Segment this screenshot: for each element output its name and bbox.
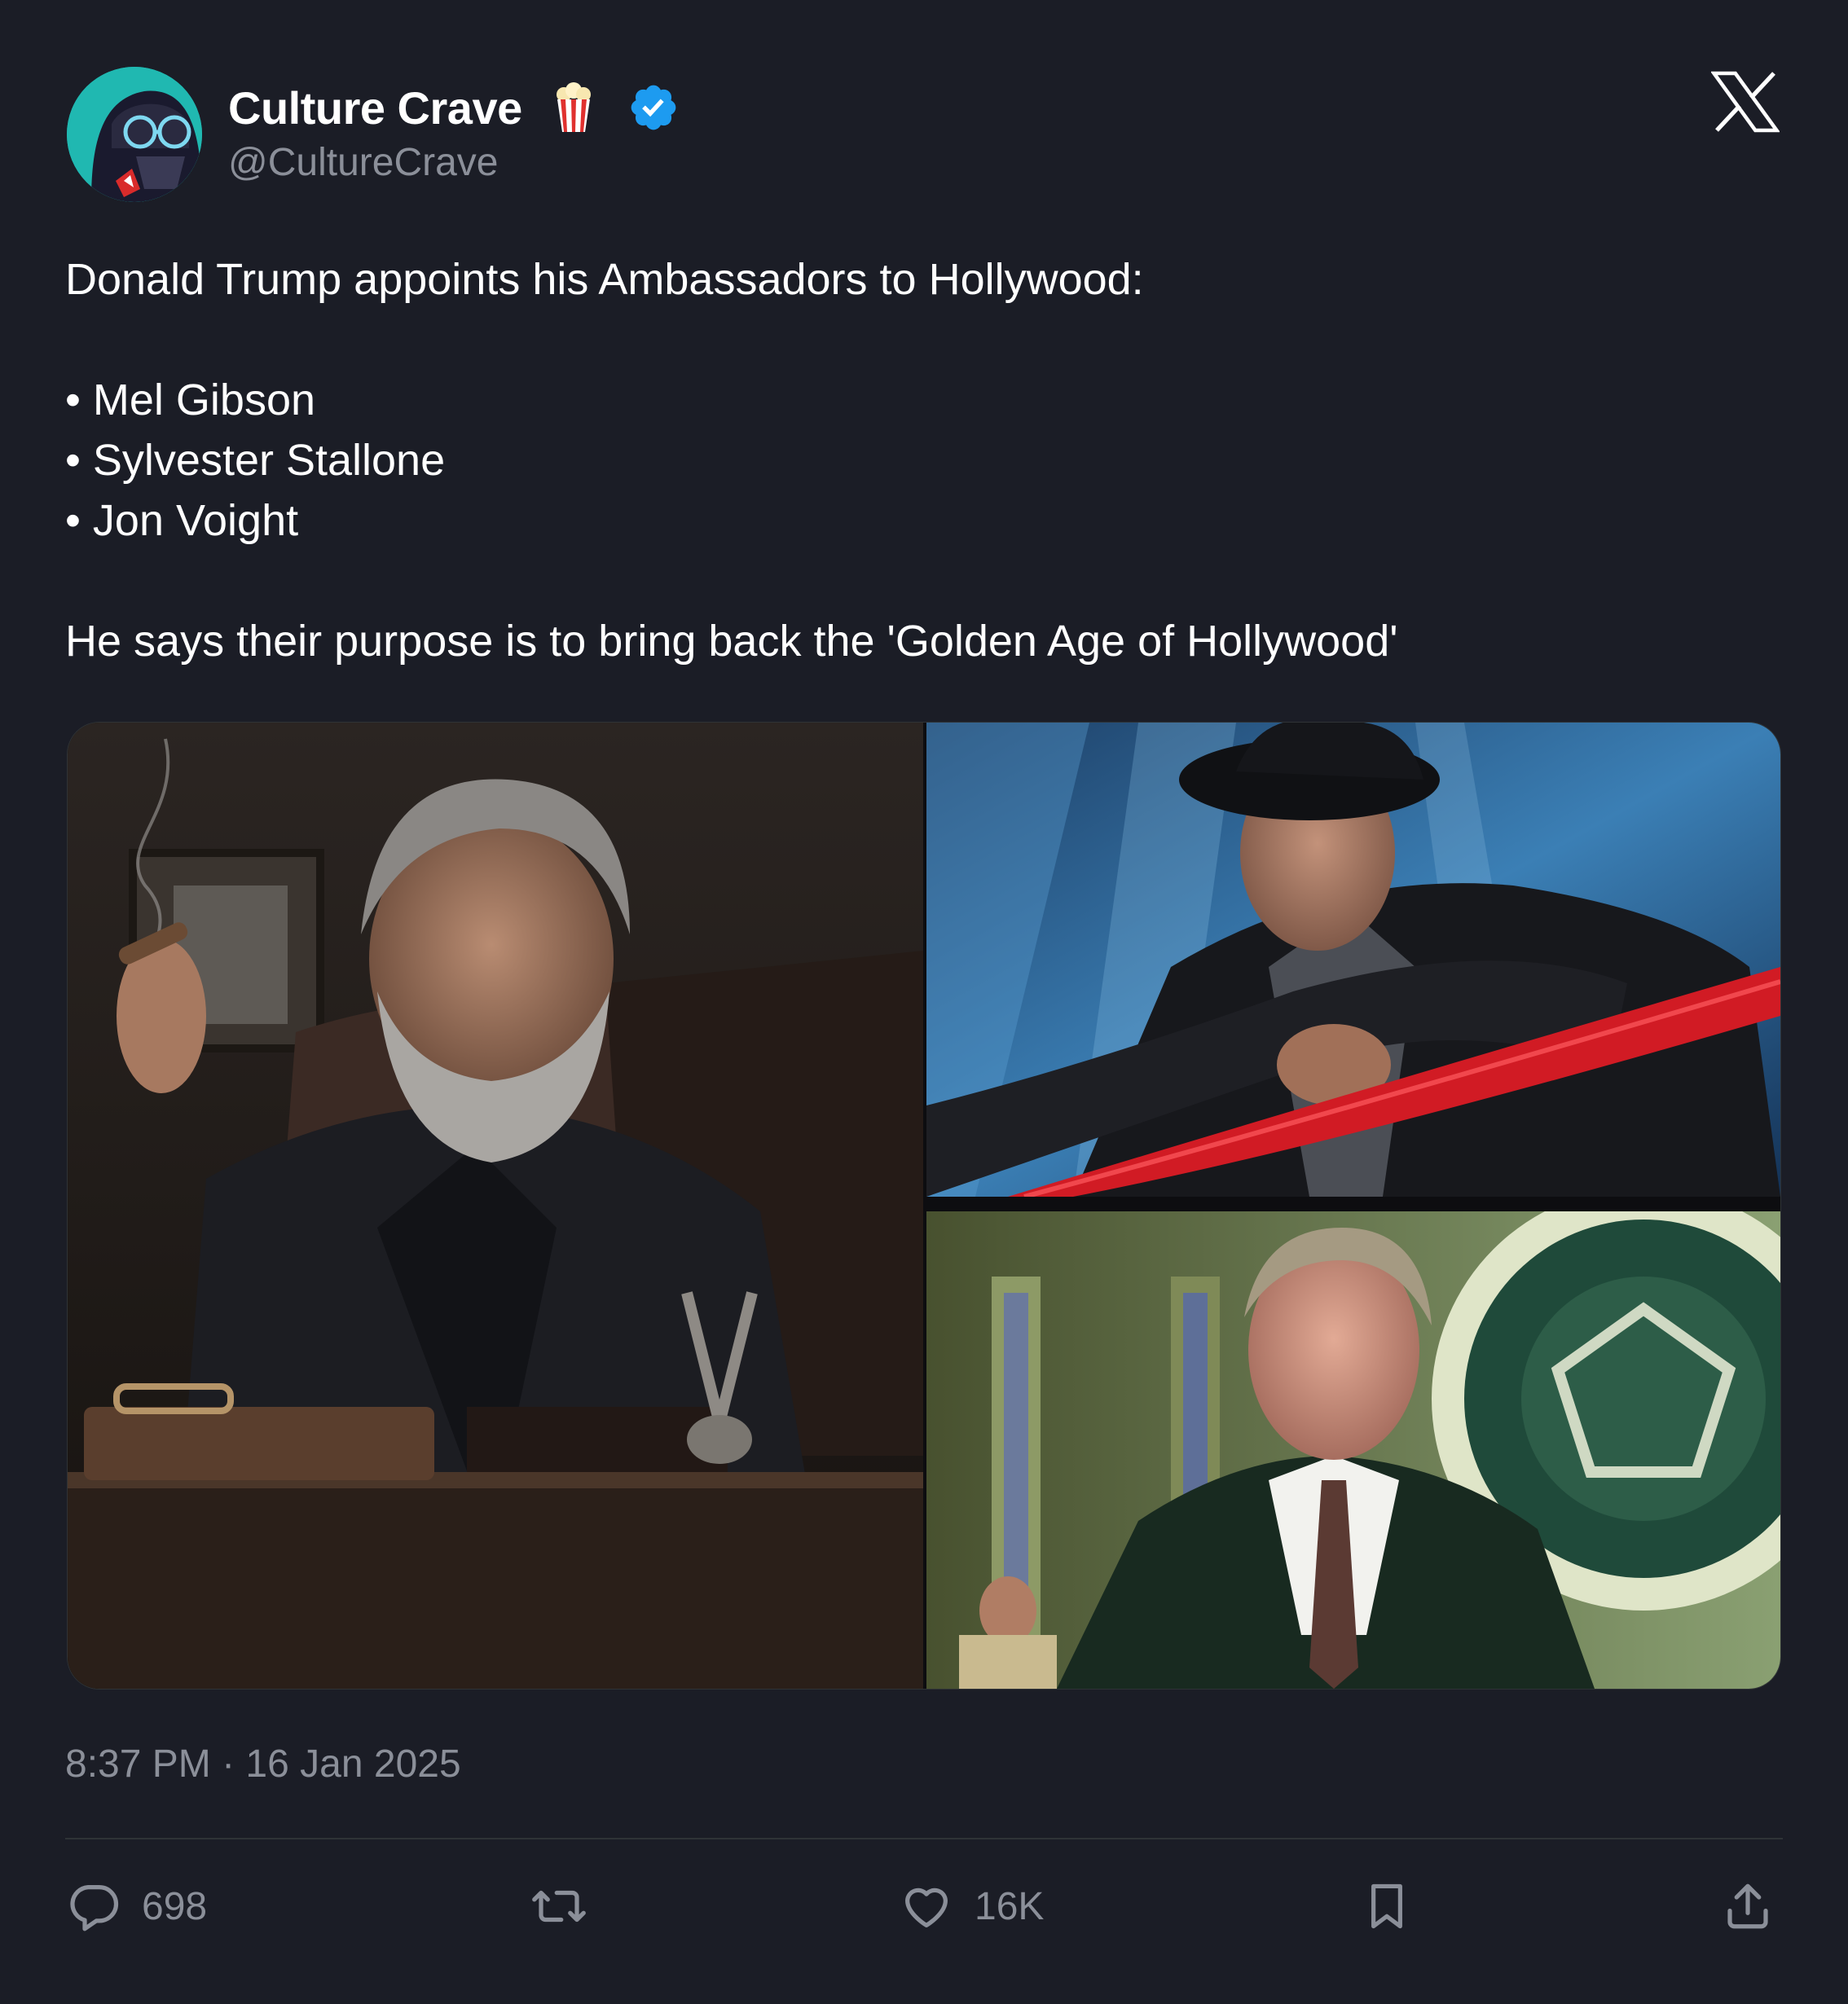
tweet-closing: He says their purpose is to bring back t… [65,617,1398,666]
photo-mel-gibson[interactable] [68,723,923,1689]
list-item: • Mel Gibson [65,376,316,424]
like-button[interactable]: 16K [900,1877,1044,1936]
reply-button[interactable]: 698 [67,1877,207,1936]
handle[interactable]: @CultureCrave [228,140,499,185]
photo-sylvester-stallone[interactable] [926,723,1780,1197]
reply-icon [70,1885,119,1931]
like-count: 16K [975,1884,1045,1928]
retweet-button[interactable] [530,1877,609,1936]
bookmark-button[interactable] [1362,1877,1411,1936]
x-logo-icon[interactable] [1710,70,1780,134]
photo-jon-voight[interactable] [926,1211,1780,1689]
tweet-intro: Donald Trump appoints his Ambassadors to… [65,255,1144,304]
display-name[interactable]: Culture Crave [228,81,522,134]
heart-icon [905,1888,948,1927]
share-icon [1727,1883,1768,1929]
retweet-icon [532,1890,586,1923]
reply-count: 698 [142,1884,208,1928]
tweet-card: Culture Crave @CultureCrave Donald Trump… [0,0,1848,2004]
avatar[interactable] [67,67,202,202]
list-item: • Jon Voight [65,496,299,545]
timestamp[interactable]: 8:37 PM · 16 Jan 2025 [65,1742,461,1786]
share-button[interactable] [1721,1877,1775,1936]
list-item: • Sylvester Stallone [65,436,446,485]
bookmark-icon [1371,1883,1402,1929]
divider [65,1838,1783,1839]
verified-badge-icon [627,81,680,134]
popcorn-icon [554,81,593,134]
tweet-text: Donald Trump appoints his Ambassadors to… [65,249,1776,671]
media-grid [67,722,1781,1690]
